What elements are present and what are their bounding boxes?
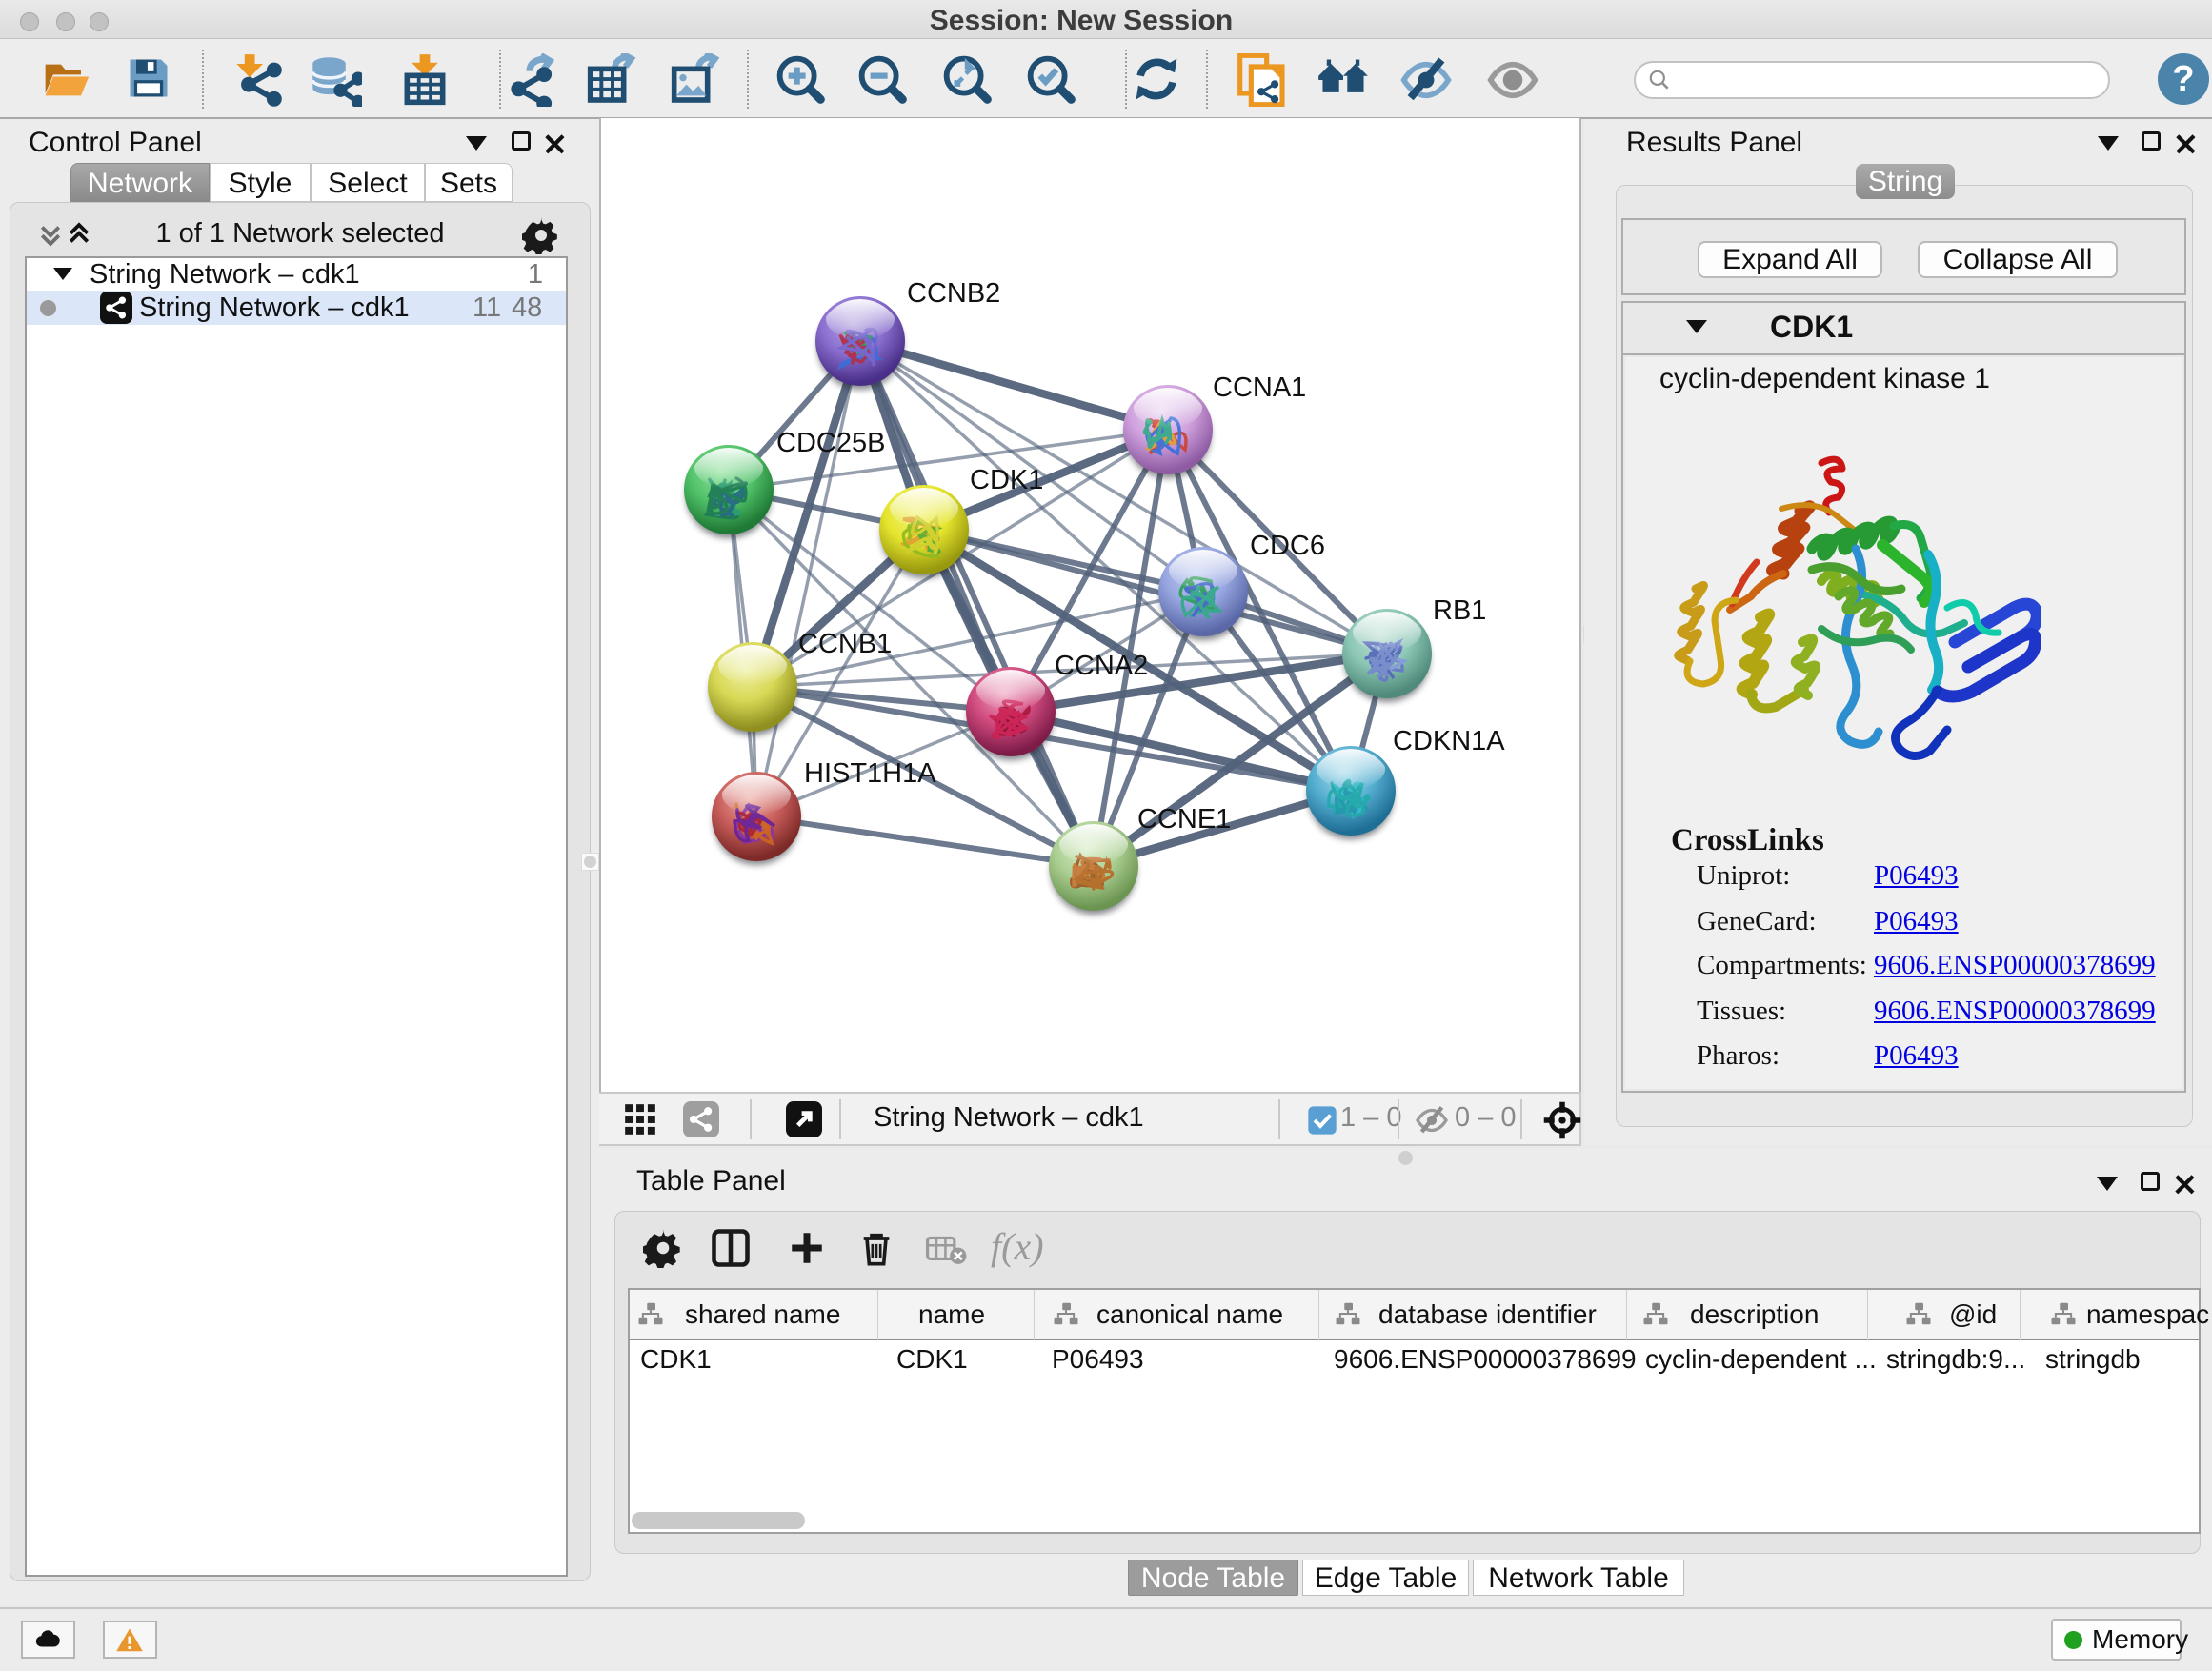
svg-text:CDC25B: CDC25B bbox=[776, 428, 885, 458]
svg-text:CDK1: CDK1 bbox=[970, 465, 1043, 495]
svg-text:HIST1H1A: HIST1H1A bbox=[804, 758, 936, 789]
svg-text:CCNB2: CCNB2 bbox=[907, 278, 1000, 309]
svg-text:CCNE1: CCNE1 bbox=[1137, 804, 1231, 835]
svg-text:CCNA2: CCNA2 bbox=[1055, 651, 1148, 681]
svg-text:CDC6: CDC6 bbox=[1250, 531, 1325, 561]
svg-text:CCNA1: CCNA1 bbox=[1213, 372, 1306, 403]
svg-text:CDKN1A: CDKN1A bbox=[1393, 726, 1505, 756]
svg-text:CCNB1: CCNB1 bbox=[798, 629, 892, 659]
svg-text:RB1: RB1 bbox=[1433, 595, 1486, 626]
